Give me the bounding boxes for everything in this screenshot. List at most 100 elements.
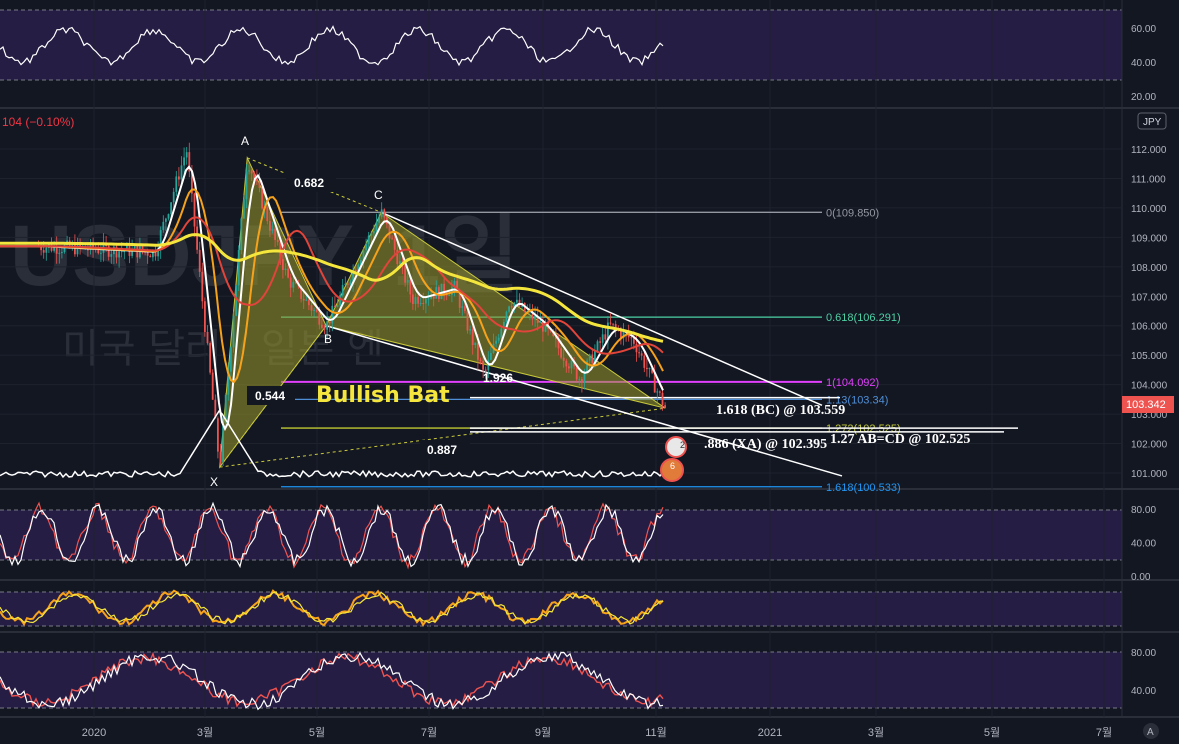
time-axis[interactable]: 2020 3월 5월 7월 9월 11월 2021 3월 5월 7월 (0, 718, 1179, 744)
candle-body (328, 321, 331, 324)
candle-body (578, 379, 581, 381)
candle-body (331, 305, 334, 324)
candle-body (100, 252, 102, 254)
candle-body (110, 254, 113, 257)
candle-body (414, 297, 417, 304)
indicator-tick-1-1: 40.00 (1131, 58, 1156, 69)
candle-body (471, 329, 474, 346)
svg-text:0.887: 0.887 (427, 443, 457, 457)
candle-body (118, 251, 120, 258)
candle-body (495, 340, 497, 344)
svg-text:C: C (374, 188, 383, 202)
event-badge-earnings[interactable]: 6 (660, 458, 684, 482)
time-tick-1: 3월 (197, 726, 213, 739)
candle-body (464, 306, 466, 312)
candle-body (383, 209, 386, 218)
candle-body (149, 255, 152, 258)
indicator-band-3 (0, 652, 1122, 708)
candle-body (419, 302, 422, 304)
svg-text:0.682: 0.682 (294, 176, 324, 190)
candle-body (183, 157, 185, 166)
candle-body (204, 301, 206, 332)
price-tick-9: 110.000 (1131, 204, 1167, 215)
svg-text:1.926: 1.926 (483, 371, 513, 385)
time-tick-0: 2020 (82, 727, 106, 739)
candle-body (596, 341, 599, 352)
candle-body (638, 352, 640, 354)
candle-body (341, 285, 344, 296)
currency-badge[interactable]: JPY (1137, 112, 1167, 130)
candle-body (448, 294, 451, 296)
price-tick-1: 102.000 (1131, 440, 1168, 451)
candle-body (305, 299, 308, 301)
candle-body (500, 328, 503, 338)
fib-label-0: 0(109.850) (826, 207, 879, 219)
event-badge-flag[interactable]: 2 (665, 436, 687, 458)
candle-body (258, 181, 261, 188)
candle-body (469, 329, 471, 331)
candle-body (274, 229, 276, 240)
candle-body (237, 250, 240, 286)
candle-body (370, 233, 373, 236)
candle-body (391, 238, 393, 240)
auto-scale-button[interactable]: A (1143, 723, 1159, 739)
price-tick-10: 111.000 (1131, 174, 1166, 185)
candle-body (417, 297, 419, 304)
candle-body (42, 250, 45, 253)
candle-body (97, 249, 100, 254)
point-b: B (324, 332, 332, 346)
candle-body (261, 187, 263, 209)
point-x: X (210, 475, 218, 489)
indicator-tick-2-2: 80.00 (1131, 505, 1156, 516)
svg-text:6: 6 (670, 461, 675, 471)
candle-body (479, 359, 482, 361)
candle-body (630, 337, 633, 339)
candle-body (560, 348, 562, 358)
indicator-tick-1-0: 20.00 (1131, 92, 1156, 103)
price-tick-7: 108.000 (1131, 263, 1168, 274)
candle-body (539, 320, 542, 324)
candle-body (466, 311, 469, 331)
candle-body (172, 191, 175, 203)
price-tick-6: 107.000 (1131, 292, 1168, 303)
point-a: A (241, 134, 249, 148)
candle-body (245, 171, 248, 200)
time-tick-7: 3월 (868, 726, 884, 739)
candle-body (282, 259, 284, 271)
svg-text:A: A (241, 134, 249, 148)
point-c: C (374, 188, 383, 202)
candle-body (323, 327, 326, 330)
candle-body (477, 342, 479, 360)
candle-body (565, 360, 568, 367)
candle-body (222, 422, 224, 462)
time-tick-6: 2021 (758, 727, 782, 739)
candle-body (575, 366, 578, 380)
svg-text:103.342: 103.342 (1126, 399, 1166, 411)
candle-body (508, 306, 510, 312)
candle-body (581, 379, 583, 383)
time-axis-bg (0, 718, 1179, 744)
time-tick-9: 7월 (1096, 726, 1112, 739)
candle-body (425, 299, 427, 304)
candle-body (310, 305, 313, 311)
candle-body (562, 357, 565, 361)
candle-body (230, 347, 232, 372)
candle-body (570, 360, 573, 369)
candle-body (292, 281, 295, 288)
candle-body (612, 323, 614, 325)
candle-body (404, 264, 406, 283)
candle-body (219, 451, 222, 462)
time-tick-2: 5월 (309, 726, 325, 739)
candle-body (276, 239, 279, 243)
candle-body (175, 176, 178, 192)
chart-canvas[interactable]: USDJPY, 1일 미국 달러 / 일본 엔 0(109.850)0.618(… (0, 0, 1179, 744)
candle-body (289, 277, 292, 288)
candle-body (659, 391, 661, 393)
candle-body (217, 418, 219, 452)
candle-body (198, 249, 201, 272)
ratio-xd: 0.887 (420, 440, 470, 459)
candle-body (58, 252, 61, 254)
candle-body (240, 218, 243, 251)
candle-body (365, 244, 367, 251)
candle-body (243, 199, 245, 219)
